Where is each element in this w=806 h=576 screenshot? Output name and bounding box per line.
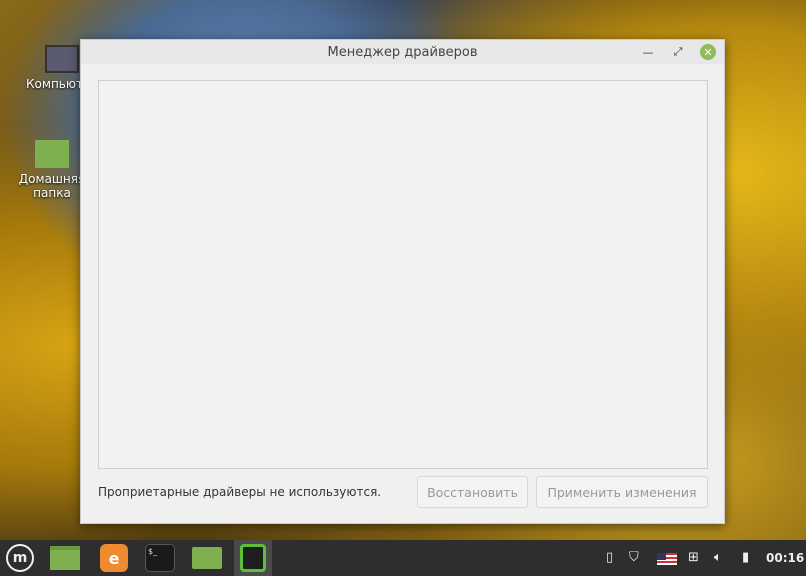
battery-icon[interactable]: ▮ (742, 550, 749, 565)
title-bar[interactable]: Менеджер драйверов — ⤢ ✕ (81, 40, 724, 64)
files-icon (50, 546, 80, 570)
driver-manager-window: Менеджер драйверов — ⤢ ✕ Проприетарные д… (80, 39, 725, 524)
mint-logo-icon: m (6, 544, 34, 572)
shield-icon[interactable]: ⛉ (629, 550, 639, 565)
taskbar-folder[interactable] (191, 543, 223, 573)
volume-icon[interactable]: 🔈︎ (714, 550, 722, 565)
driver-manager-icon (240, 544, 266, 572)
revert-button[interactable]: Восстановить (417, 476, 528, 508)
clipboard-icon[interactable]: ▯ (606, 550, 613, 565)
maximize-button[interactable]: ⤢ (670, 44, 686, 60)
clock[interactable]: 00:16 (766, 551, 804, 565)
terminal-icon: $_ (145, 544, 175, 572)
driver-list[interactable] (98, 80, 708, 469)
folder-icon (192, 547, 222, 569)
taskbar-files[interactable] (49, 543, 81, 573)
taskbar-driver-manager[interactable] (234, 540, 272, 576)
minimize-button[interactable]: — (640, 44, 656, 60)
apply-changes-button[interactable]: Применить изменения (536, 476, 708, 508)
home-folder-icon (35, 140, 69, 168)
close-button[interactable]: ✕ (700, 44, 716, 60)
taskbar-terminal[interactable]: $_ (144, 543, 176, 573)
firefox-icon: e (100, 544, 128, 572)
us-flag-icon[interactable] (657, 553, 677, 565)
taskbar: m e $_ ▯ ⛉ ⊞ 🔈︎ ▮ 00:16 (0, 540, 806, 576)
desktop-icon-label: Домашняя папка (18, 172, 86, 200)
computer-icon (45, 45, 79, 73)
menu-button[interactable]: m (4, 543, 36, 573)
window-title: Менеджер драйверов (327, 44, 478, 60)
status-text: Проприетарные драйверы не используются. (98, 485, 382, 499)
taskbar-firefox[interactable]: e (98, 543, 130, 573)
network-icon[interactable]: ⊞ (688, 550, 699, 565)
